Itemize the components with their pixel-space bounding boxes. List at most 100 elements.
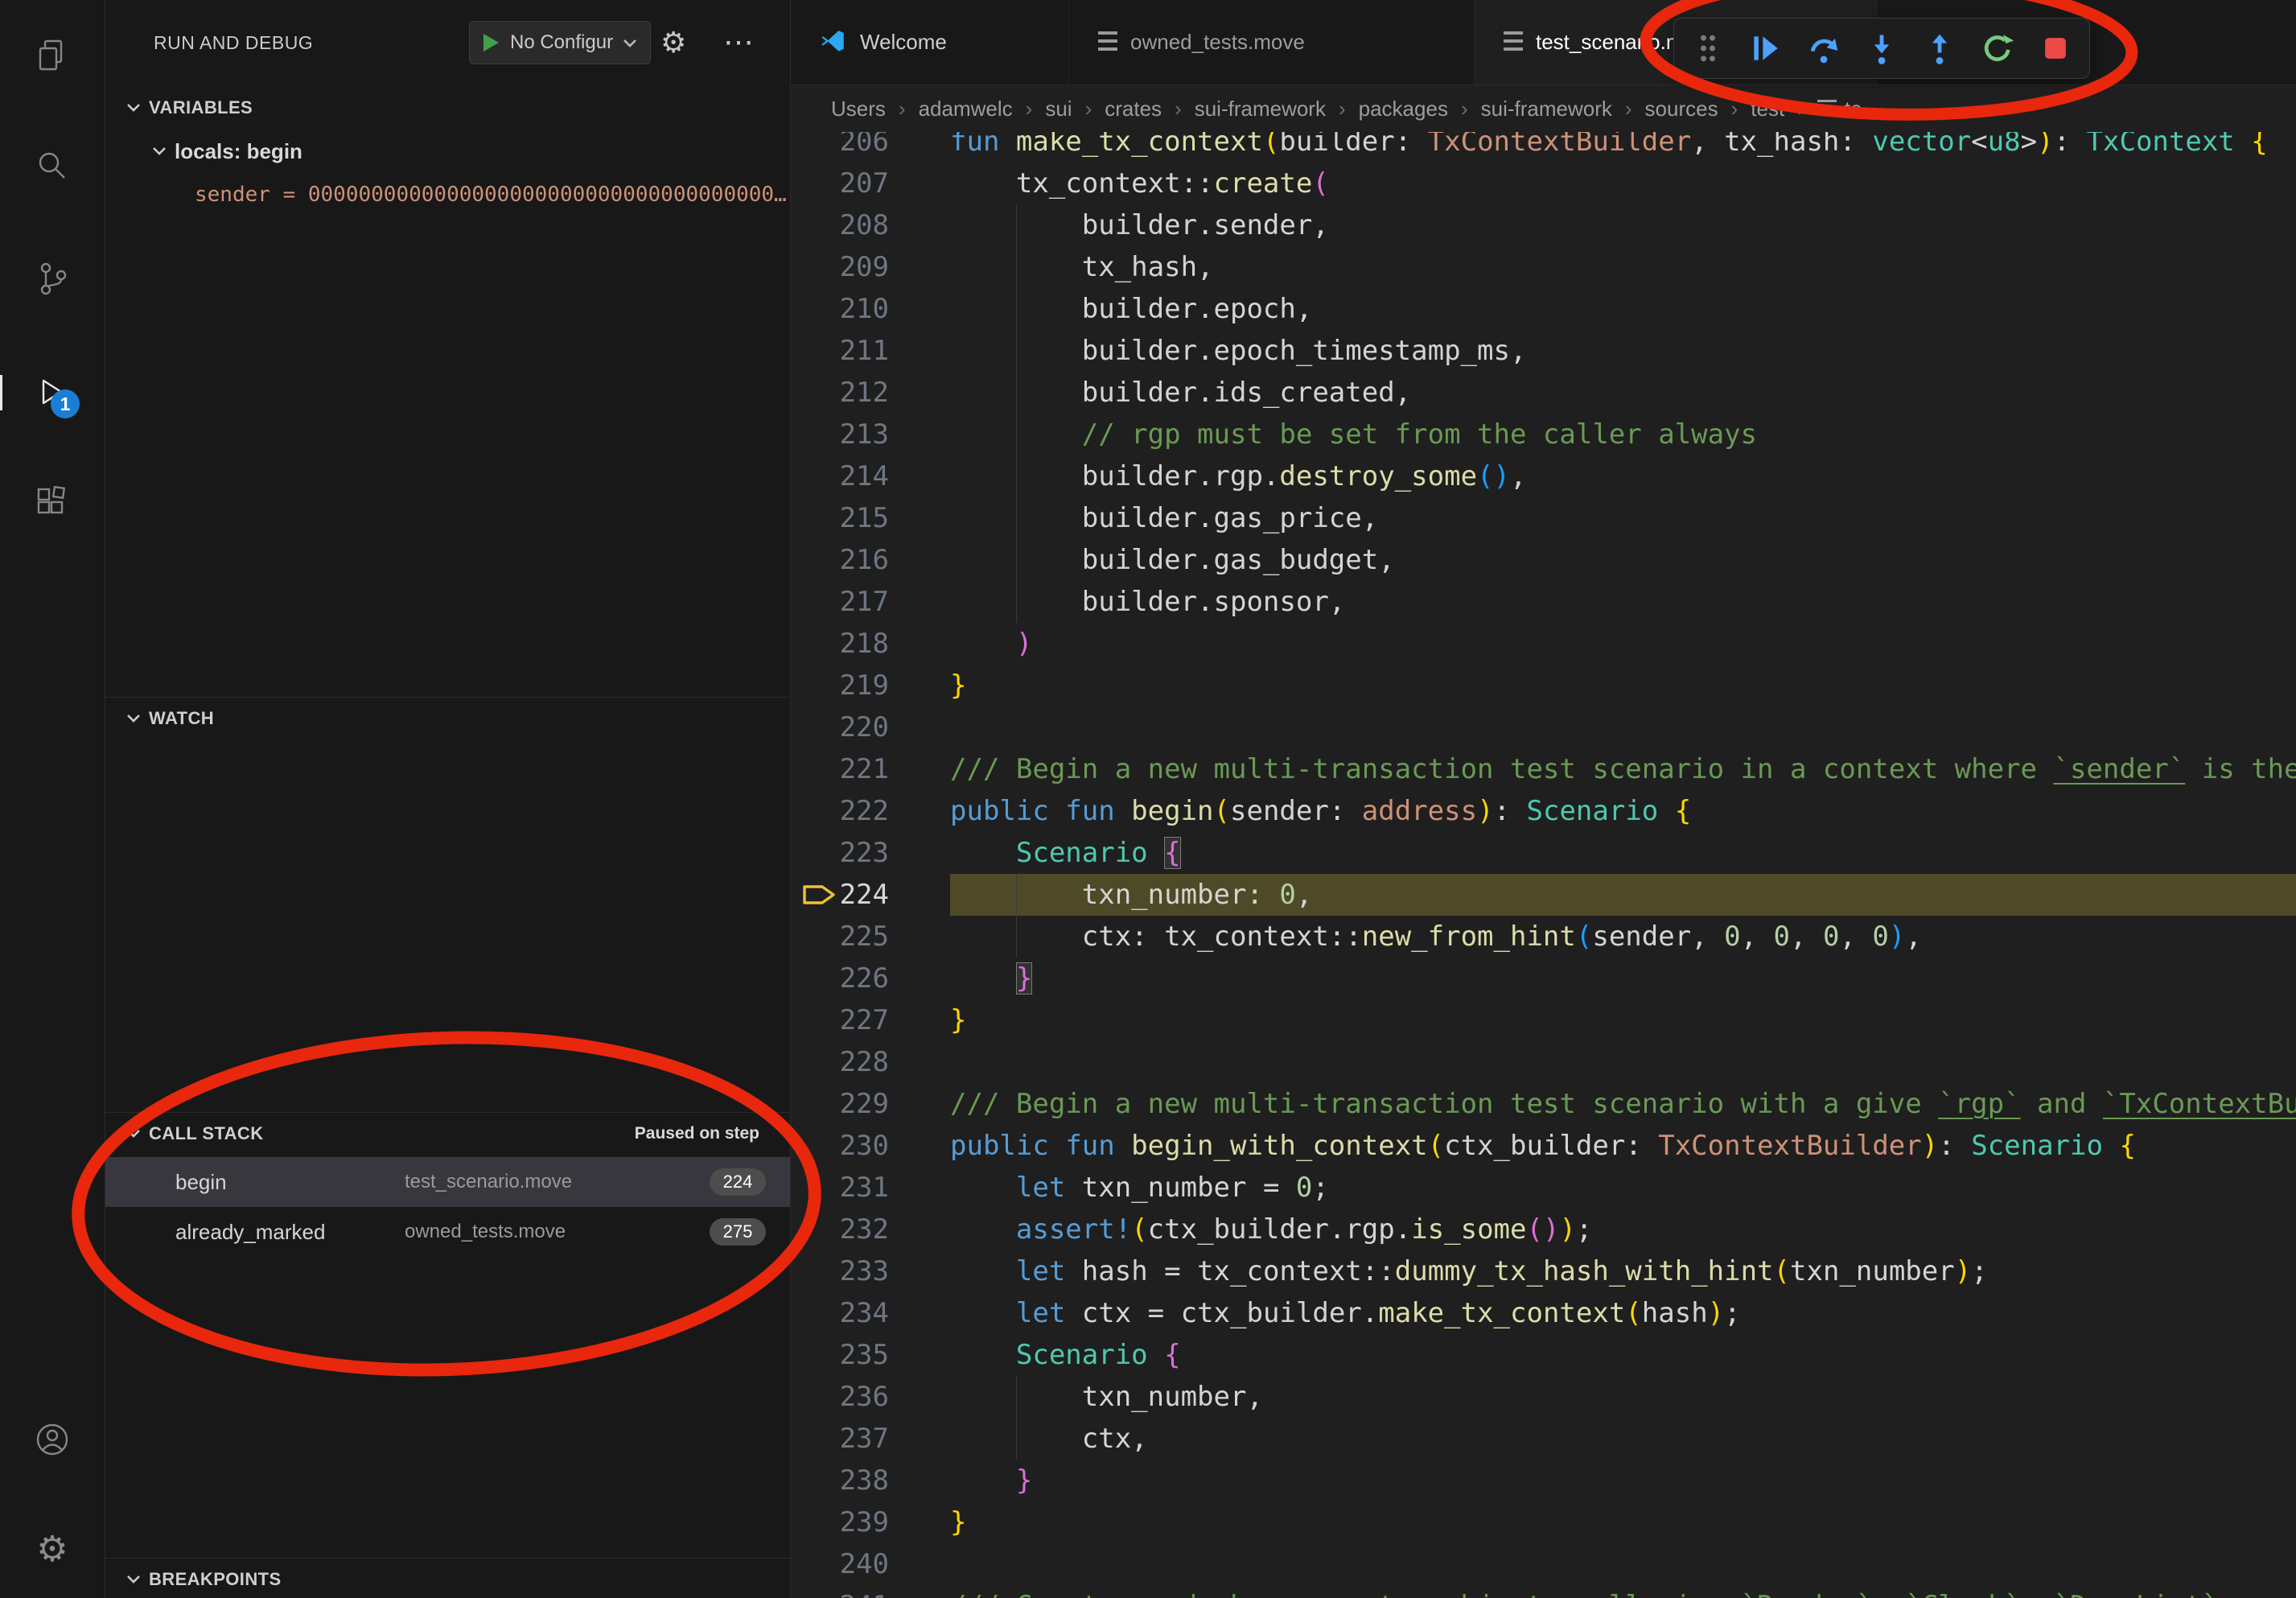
code-line[interactable]: 230public fun begin_with_context(ctx_bui… (791, 1125, 2296, 1167)
line-number[interactable]: 232 (791, 1209, 950, 1250)
code-line[interactable]: 220 (791, 706, 2296, 748)
line-number[interactable]: 227 (791, 999, 950, 1041)
code-line[interactable]: 224 txn_number: 0, (791, 874, 2296, 916)
call-stack-frame[interactable]: already_markedowned_tests.move275 (105, 1207, 790, 1257)
step-over-button[interactable] (1806, 31, 1841, 66)
code-line[interactable]: 227} (791, 999, 2296, 1041)
start-debug-icon[interactable] (478, 31, 502, 55)
line-number[interactable]: 222 (791, 790, 950, 832)
line-number[interactable]: 238 (791, 1460, 950, 1501)
breadcrumb-item[interactable]: sui-framework (1481, 97, 1612, 121)
code-line[interactable]: 217 builder.sponsor, (791, 581, 2296, 623)
line-number[interactable]: 208 (791, 204, 950, 246)
code-line[interactable]: 226 } (791, 958, 2296, 999)
line-number[interactable]: 214 (791, 455, 950, 497)
code-line[interactable]: 216 builder.gas_budget, (791, 539, 2296, 581)
call-stack-frame[interactable]: begintest_scenario.move224 (105, 1157, 790, 1207)
line-number[interactable]: 213 (791, 414, 950, 455)
code-line[interactable]: 221/// Begin a new multi-transaction tes… (791, 748, 2296, 790)
breakpoints-section-header[interactable]: BREAKPOINTS (105, 1558, 790, 1598)
code-line[interactable]: 234 let ctx = ctx_builder.make_tx_contex… (791, 1292, 2296, 1334)
line-number[interactable]: 236 (791, 1376, 950, 1418)
line-number[interactable]: 230 (791, 1125, 950, 1167)
explorer-icon[interactable] (33, 36, 72, 75)
breadcrumb-item[interactable]: sui-framework (1195, 97, 1326, 121)
code-line[interactable]: 213 // rgp must be set from the caller a… (791, 414, 2296, 455)
line-number[interactable]: 233 (791, 1250, 950, 1292)
line-number[interactable]: 240 (791, 1543, 950, 1585)
code-line[interactable]: 231 let txn_number = 0; (791, 1167, 2296, 1209)
code-line[interactable]: 233 let hash = tx_context::dummy_tx_hash… (791, 1250, 2296, 1292)
line-number[interactable]: 231 (791, 1167, 950, 1209)
line-number[interactable]: 226 (791, 958, 950, 999)
breadcrumb-item[interactable]: Users (831, 97, 886, 121)
line-number[interactable]: 217 (791, 581, 950, 623)
extensions-icon[interactable] (33, 484, 72, 523)
breadcrumb-item[interactable]: test (1751, 97, 1784, 121)
code-line[interactable]: 232 assert!(ctx_builder.rgp.is_some()); (791, 1209, 2296, 1250)
breadcrumb-item[interactable]: te (1817, 97, 1862, 121)
code-line[interactable]: 241/// Creates and shares system objects… (791, 1585, 2296, 1598)
restart-button[interactable] (1980, 31, 2015, 66)
line-number[interactable]: 229 (791, 1083, 950, 1125)
variables-scope-row[interactable]: locals: begin (105, 130, 790, 172)
launch-config-label[interactable]: No Configur (510, 31, 613, 54)
continue-button[interactable] (1748, 31, 1784, 66)
line-number[interactable]: 215 (791, 497, 950, 539)
account-icon[interactable] (33, 1420, 72, 1459)
launch-config-control[interactable]: No Configur (469, 21, 651, 64)
code-line[interactable]: 240 (791, 1543, 2296, 1585)
code-line[interactable]: 212 builder.ids_created, (791, 372, 2296, 414)
settings-gear-icon[interactable]: ⚙ (33, 1530, 72, 1569)
debug-settings-gear-icon[interactable]: ⚙ (660, 21, 686, 64)
code-line[interactable]: 237 ctx, (791, 1418, 2296, 1460)
code-line[interactable]: 219} (791, 665, 2296, 706)
breadcrumb-item[interactable]: sui (1045, 97, 1072, 121)
variables-section-header[interactable]: VARIABLES (105, 87, 790, 129)
line-number[interactable]: 234 (791, 1292, 950, 1334)
code-line[interactable]: 228 (791, 1041, 2296, 1083)
breadcrumb-item[interactable]: adamwelc (919, 97, 1013, 121)
line-number[interactable]: 218 (791, 623, 950, 665)
line-number[interactable]: 235 (791, 1334, 950, 1376)
code-line[interactable]: 239} (791, 1501, 2296, 1543)
code-line[interactable]: 209 tx_hash, (791, 246, 2296, 288)
run-and-debug-icon[interactable]: 1 (33, 373, 72, 412)
code-line[interactable]: 229/// Begin a new multi-transaction tes… (791, 1083, 2296, 1125)
call-stack-section-header[interactable]: CALL STACK Paused on step (105, 1112, 790, 1154)
line-number[interactable]: 220 (791, 706, 950, 748)
search-icon[interactable] (33, 146, 72, 185)
tab-owned-tests[interactable]: owned_tests.move (1069, 0, 1475, 84)
code-line[interactable]: 211 builder.epoch_timestamp_ms, (791, 330, 2296, 372)
step-into-button[interactable] (1864, 31, 1899, 66)
stop-button[interactable] (2038, 31, 2073, 66)
more-actions-icon[interactable]: ⋯ (723, 21, 754, 64)
breadcrumb-item[interactable]: packages (1359, 97, 1448, 121)
line-number[interactable]: 212 (791, 372, 950, 414)
breadcrumb-item[interactable]: sources (1645, 97, 1718, 121)
source-control-icon[interactable] (33, 259, 72, 298)
line-number[interactable]: 228 (791, 1041, 950, 1083)
code-line[interactable]: 238 } (791, 1460, 2296, 1501)
line-number[interactable]: 207 (791, 163, 950, 204)
toolbar-gripper[interactable] (1690, 31, 1726, 66)
code-line[interactable]: 208 builder.sender, (791, 204, 2296, 246)
code-line[interactable]: 222public fun begin(sender: address): Sc… (791, 790, 2296, 832)
line-number[interactable]: 210 (791, 288, 950, 330)
line-number[interactable]: 216 (791, 539, 950, 581)
line-number[interactable]: 211 (791, 330, 950, 372)
line-number[interactable]: 209 (791, 246, 950, 288)
code-line[interactable]: 218 ) (791, 623, 2296, 665)
breadcrumb-item[interactable]: crates (1105, 97, 1162, 121)
tab-welcome[interactable]: Welcome (791, 0, 1069, 84)
line-number[interactable]: 225 (791, 916, 950, 958)
code-line[interactable]: 207 tx_context::create( (791, 163, 2296, 204)
line-number[interactable]: 239 (791, 1501, 950, 1543)
line-number[interactable]: 221 (791, 748, 950, 790)
watch-section-header[interactable]: WATCH (105, 697, 790, 739)
code-line[interactable]: 223 Scenario { (791, 832, 2296, 874)
code-line[interactable]: 214 builder.rgp.destroy_some(), (791, 455, 2296, 497)
line-number[interactable]: 237 (791, 1418, 950, 1460)
code-line[interactable]: 235 Scenario { (791, 1334, 2296, 1376)
code-line[interactable]: 225 ctx: tx_context::new_from_hint(sende… (791, 916, 2296, 958)
